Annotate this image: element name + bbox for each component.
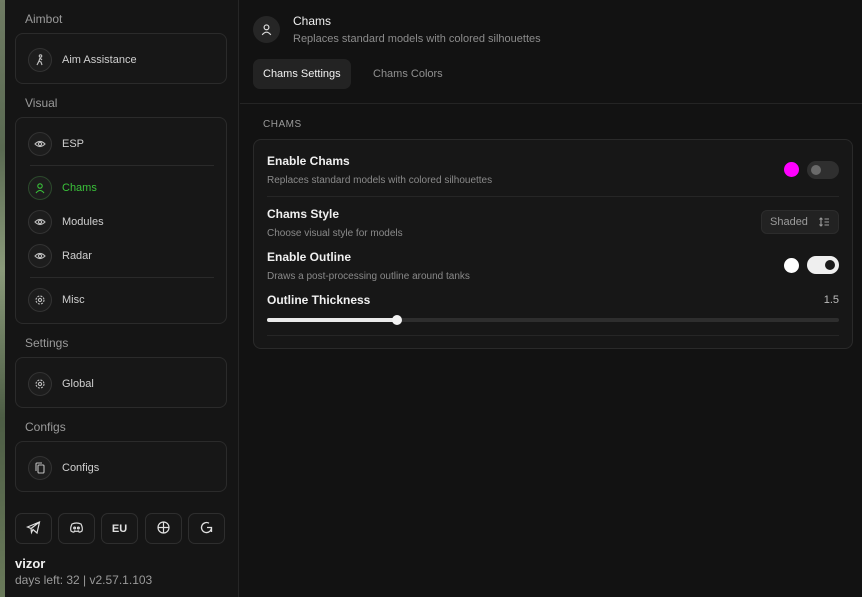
divider	[267, 335, 839, 336]
chams-color-swatch[interactable]	[784, 162, 799, 177]
sidebar-item-label: Radar	[62, 250, 92, 262]
option-title-enable-outline: Enable Outline	[267, 250, 352, 264]
option-desc-enable-outline: Draws a post-processing outline around t…	[267, 271, 470, 282]
toggle-knob	[811, 165, 821, 175]
sort-icon	[819, 217, 829, 227]
divider	[267, 196, 839, 197]
sidebar-item-label: Modules	[62, 216, 104, 228]
enable-chams-toggle[interactable]	[807, 161, 839, 179]
gear-icon	[28, 372, 52, 396]
eye-icon	[28, 210, 52, 234]
language-button[interactable]	[145, 513, 182, 544]
eye-icon	[28, 244, 52, 268]
sidebar-item-chams[interactable]: Chams	[28, 175, 214, 201]
sidebar-item-radar[interactable]: Radar	[28, 243, 214, 269]
copy-icon	[28, 456, 52, 480]
person-run-icon	[28, 48, 52, 72]
section-title-aimbot: Aimbot	[25, 12, 63, 26]
tab-chams-settings[interactable]: Chams Settings	[253, 59, 351, 89]
sidebar-item-global[interactable]: Global	[28, 371, 214, 397]
user-icon	[253, 16, 280, 43]
page-title: Chams	[293, 14, 332, 28]
chams-style-value: Shaded	[770, 216, 808, 228]
discord-button[interactable]	[58, 513, 95, 544]
option-title-enable-chams: Enable Chams	[267, 154, 350, 168]
globe-icon	[156, 520, 171, 538]
section-title-configs: Configs	[25, 420, 66, 434]
telegram-icon	[25, 520, 41, 538]
configs-card: Configs	[15, 441, 227, 492]
aimbot-card: Aim Assistance	[15, 33, 227, 84]
telegram-button[interactable]	[15, 513, 52, 544]
license-info: days left: 32 | v2.57.1.103	[15, 573, 153, 587]
sidebar-item-label: Misc	[62, 294, 85, 306]
sidebar-item-label: Global	[62, 378, 94, 390]
sidebar-item-configs[interactable]: Configs	[28, 455, 214, 481]
chams-options-panel: Enable Chams Replaces standard models wi…	[253, 139, 853, 349]
gear-icon	[28, 288, 52, 312]
outline-thickness-slider[interactable]	[267, 315, 839, 325]
divider	[30, 277, 214, 278]
region-label: EU	[111, 522, 128, 535]
option-title-chams-style: Chams Style	[267, 207, 340, 221]
user-icon	[28, 176, 52, 200]
reload-button[interactable]	[188, 513, 225, 544]
sidebar-item-esp[interactable]: ESP	[28, 131, 214, 157]
slider-fill	[267, 318, 397, 322]
visual-card: ESP Chams Modules Radar Misc	[15, 117, 227, 324]
settings-card: Global	[15, 357, 227, 408]
slider-thumb[interactable]	[391, 315, 402, 325]
user-name: vizor	[15, 556, 46, 571]
toggle-knob	[825, 260, 835, 270]
section-title-visual: Visual	[25, 96, 58, 110]
chams-style-select[interactable]: Shaded	[761, 210, 839, 234]
sidebar-item-label: Aim Assistance	[62, 54, 137, 66]
sidebar: Aimbot Aim Assistance Visual ESP Chams M…	[5, 0, 239, 597]
page-subtitle: Replaces standard models with colored si…	[293, 33, 541, 45]
sidebar-item-aim-assistance[interactable]: Aim Assistance	[28, 47, 214, 73]
tab-chams-colors[interactable]: Chams Colors	[363, 59, 453, 89]
sidebar-item-misc[interactable]: Misc	[28, 287, 214, 313]
sidebar-item-modules[interactable]: Modules	[28, 209, 214, 235]
sidebar-item-label: ESP	[62, 138, 85, 150]
divider	[30, 165, 214, 166]
region-button[interactable]: EU	[101, 513, 138, 544]
sidebar-item-label: Configs	[62, 462, 100, 474]
option-title-outline-thickness: Outline Thickness	[267, 293, 371, 307]
outline-thickness-value: 1.5	[823, 294, 839, 306]
enable-outline-toggle[interactable]	[807, 256, 839, 274]
reload-icon	[199, 520, 214, 538]
group-title: CHAMS	[263, 119, 302, 130]
divider	[240, 103, 862, 104]
eye-icon	[28, 132, 52, 156]
option-desc-chams-style: Choose visual style for models	[267, 228, 403, 239]
option-desc-enable-chams: Replaces standard models with colored si…	[267, 175, 493, 186]
section-title-settings: Settings	[25, 336, 69, 350]
main-panel: Chams Replaces standard models with colo…	[240, 0, 862, 597]
sidebar-item-label: Chams	[62, 182, 97, 194]
discord-icon	[69, 520, 84, 538]
outline-color-swatch[interactable]	[784, 258, 799, 273]
